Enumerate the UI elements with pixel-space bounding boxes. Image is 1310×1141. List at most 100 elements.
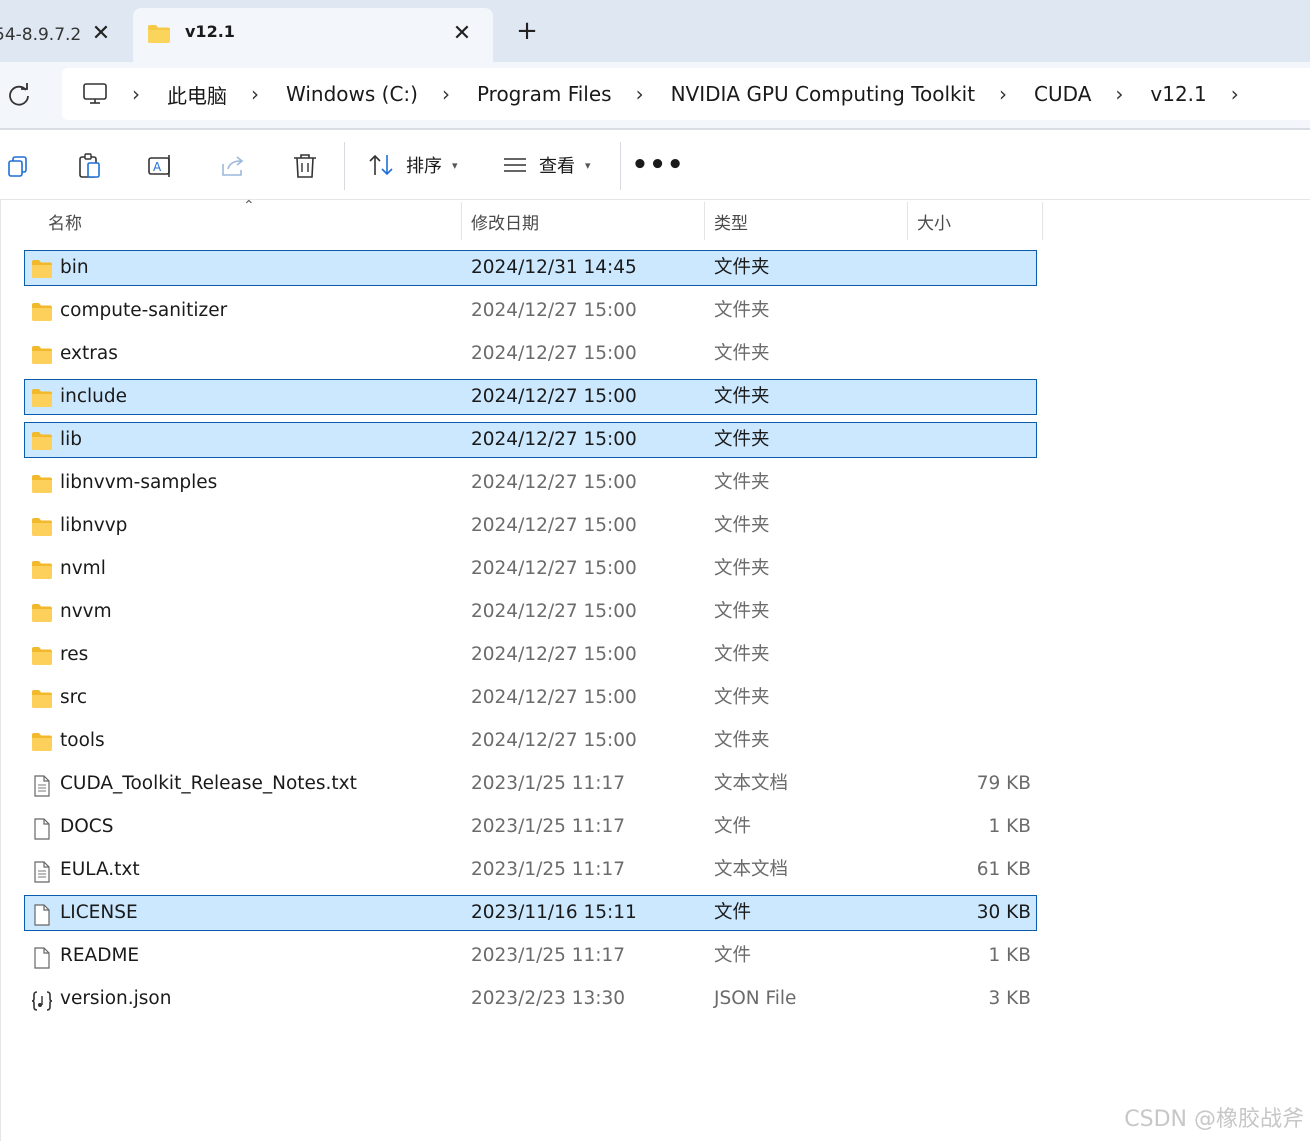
view-label: 查看 bbox=[539, 156, 575, 177]
file-row[interactable]: libnvvp 2024/12/27 15:00 文件夹 bbox=[24, 508, 1037, 544]
sort-button[interactable]: 排序 ▾ bbox=[368, 148, 458, 182]
chevron-right-icon[interactable]: › bbox=[132, 82, 144, 106]
file-row[interactable]: res 2024/12/27 15:00 文件夹 bbox=[24, 637, 1037, 673]
folder-icon bbox=[31, 603, 53, 623]
file-row[interactable]: compute-sanitizer 2024/12/27 15:00 文件夹 bbox=[24, 293, 1037, 329]
file-row[interactable]: libnvvm-samples 2024/12/27 15:00 文件夹 bbox=[24, 465, 1037, 501]
chevron-right-icon[interactable]: › bbox=[251, 82, 263, 106]
pane-edge bbox=[0, 200, 1, 1141]
file-type: 文件夹 bbox=[714, 472, 770, 493]
file-name: compute-sanitizer bbox=[60, 300, 228, 321]
file-size: 1 KB bbox=[988, 816, 1031, 837]
breadcrumb-item[interactable]: Program Files bbox=[477, 82, 612, 106]
file-row[interactable]: lib 2024/12/27 15:00 文件夹 bbox=[24, 422, 1037, 458]
file-type: 文件夹 bbox=[714, 515, 770, 536]
file-row[interactable]: extras 2024/12/27 15:00 文件夹 bbox=[24, 336, 1037, 372]
column-divider[interactable] bbox=[461, 202, 462, 240]
folder-icon bbox=[31, 345, 53, 365]
breadcrumb-item[interactable]: CUDA bbox=[1034, 82, 1091, 106]
file-modified-date: 2024/12/27 15:00 bbox=[471, 300, 637, 321]
file-type: 文件夹 bbox=[714, 429, 770, 450]
file-type: 文件夹 bbox=[714, 300, 770, 321]
folder-icon bbox=[31, 388, 53, 408]
file-size: 1 KB bbox=[988, 945, 1031, 966]
file-row[interactable]: README 2023/1/25 11:17 文件 1 KB bbox=[24, 938, 1037, 974]
new-tab-button[interactable]: + bbox=[512, 16, 542, 46]
file-name: libnvvm-samples bbox=[60, 472, 218, 493]
file-name: include bbox=[60, 386, 128, 407]
file-modified-date: 2024/12/27 15:00 bbox=[471, 343, 637, 364]
file-type: 文件夹 bbox=[714, 601, 770, 622]
file-row[interactable]: nvvm 2024/12/27 15:00 文件夹 bbox=[24, 594, 1037, 630]
file-row[interactable]: src 2024/12/27 15:00 文件夹 bbox=[24, 680, 1037, 716]
refresh-icon[interactable] bbox=[6, 82, 32, 108]
chevron-right-icon[interactable]: › bbox=[1115, 82, 1127, 106]
toolbar-divider bbox=[344, 142, 345, 190]
tab-active[interactable]: v12.1 ✕ bbox=[133, 8, 493, 62]
chevron-right-icon[interactable]: › bbox=[999, 82, 1011, 106]
folder-icon bbox=[31, 259, 53, 279]
file-row[interactable]: DOCS 2023/1/25 11:17 文件 1 KB bbox=[24, 809, 1037, 845]
column-divider[interactable] bbox=[907, 202, 908, 240]
file-row[interactable]: EULA.txt 2023/1/25 11:17 文本文档 61 KB bbox=[24, 852, 1037, 888]
column-header-size[interactable]: 大小 bbox=[917, 200, 951, 242]
file-type: 文件夹 bbox=[714, 257, 770, 278]
file-type: 文件 bbox=[714, 902, 752, 923]
folder-icon bbox=[31, 689, 53, 709]
file-row[interactable]: tools 2024/12/27 15:00 文件夹 bbox=[24, 723, 1037, 759]
view-button[interactable]: 查看 ▾ bbox=[503, 148, 591, 182]
column-divider[interactable] bbox=[704, 202, 705, 240]
file-modified-date: 2023/1/25 11:17 bbox=[471, 816, 626, 837]
file-modified-date: 2024/12/27 15:00 bbox=[471, 429, 637, 450]
chevron-right-icon[interactable]: › bbox=[442, 82, 454, 106]
share-icon[interactable] bbox=[219, 152, 247, 180]
file-type: 文件夹 bbox=[714, 730, 770, 751]
paste-icon[interactable] bbox=[76, 152, 104, 180]
file-type: 文本文档 bbox=[714, 773, 789, 794]
close-icon[interactable]: ✕ bbox=[451, 21, 473, 46]
file-icon bbox=[31, 818, 53, 840]
file-row[interactable]: CUDA_Toolkit_Release_Notes.txt 2023/1/25 … bbox=[24, 766, 1037, 802]
svg-text:A: A bbox=[153, 160, 162, 174]
file-row[interactable]: nvml 2024/12/27 15:00 文件夹 bbox=[24, 551, 1037, 587]
tab-inactive[interactable]: 54-8.9.7.2 ✕ bbox=[0, 8, 120, 62]
file-type: 文件 bbox=[714, 816, 752, 837]
file-icon bbox=[31, 904, 53, 926]
column-header-name[interactable]: 名称 bbox=[48, 200, 82, 242]
chevron-down-icon: ▾ bbox=[452, 158, 458, 172]
folder-icon bbox=[31, 646, 53, 666]
file-row[interactable]: include 2024/12/27 15:00 文件夹 bbox=[24, 379, 1037, 415]
file-type: 文件夹 bbox=[714, 687, 770, 708]
watermark: CSDN @橡胶战斧 bbox=[1124, 1107, 1304, 1132]
breadcrumb-item[interactable]: NVIDIA GPU Computing Toolkit bbox=[671, 82, 975, 106]
close-icon[interactable]: ✕ bbox=[90, 21, 112, 46]
file-row[interactable]: version.json 2023/2/23 13:30 JSON File 3 KB bbox=[24, 981, 1037, 1017]
chevron-right-icon[interactable]: › bbox=[1231, 82, 1243, 106]
address-bar[interactable]: › 此电脑 › Windows (C:) › Program Files › N… bbox=[62, 68, 1310, 120]
chevron-right-icon[interactable]: › bbox=[636, 82, 648, 106]
breadcrumb-item[interactable]: v12.1 bbox=[1150, 82, 1206, 106]
folder-icon bbox=[148, 25, 170, 43]
breadcrumb-item[interactable]: 此电脑 bbox=[167, 80, 227, 109]
breadcrumb: › 此电脑 › Windows (C:) › Program Files › N… bbox=[132, 68, 1266, 120]
file-modified-date: 2024/12/27 15:00 bbox=[471, 730, 637, 751]
file-type: JSON File bbox=[714, 988, 797, 1009]
file-icon bbox=[31, 947, 53, 969]
copy-icon[interactable] bbox=[4, 152, 32, 180]
file-row[interactable]: LICENSE 2023/11/16 15:11 文件 30 KB bbox=[24, 895, 1037, 931]
column-header-date[interactable]: 修改日期 bbox=[471, 200, 539, 242]
folder-icon bbox=[31, 302, 53, 322]
column-divider[interactable] bbox=[1042, 202, 1043, 240]
file-name: bin bbox=[60, 257, 89, 278]
more-options-button[interactable]: ••• bbox=[632, 148, 684, 182]
file-type: 文件夹 bbox=[714, 644, 770, 665]
rename-icon[interactable]: A bbox=[147, 152, 175, 180]
folder-icon bbox=[31, 560, 53, 580]
delete-icon[interactable] bbox=[291, 152, 319, 180]
file-modified-date: 2024/12/27 15:00 bbox=[471, 472, 637, 493]
breadcrumb-item[interactable]: Windows (C:) bbox=[286, 82, 418, 106]
column-header-type[interactable]: 类型 bbox=[714, 200, 748, 242]
folder-icon bbox=[31, 732, 53, 752]
sort-label: 排序 bbox=[406, 156, 442, 177]
file-row[interactable]: bin 2024/12/31 14:45 文件夹 bbox=[24, 250, 1037, 286]
